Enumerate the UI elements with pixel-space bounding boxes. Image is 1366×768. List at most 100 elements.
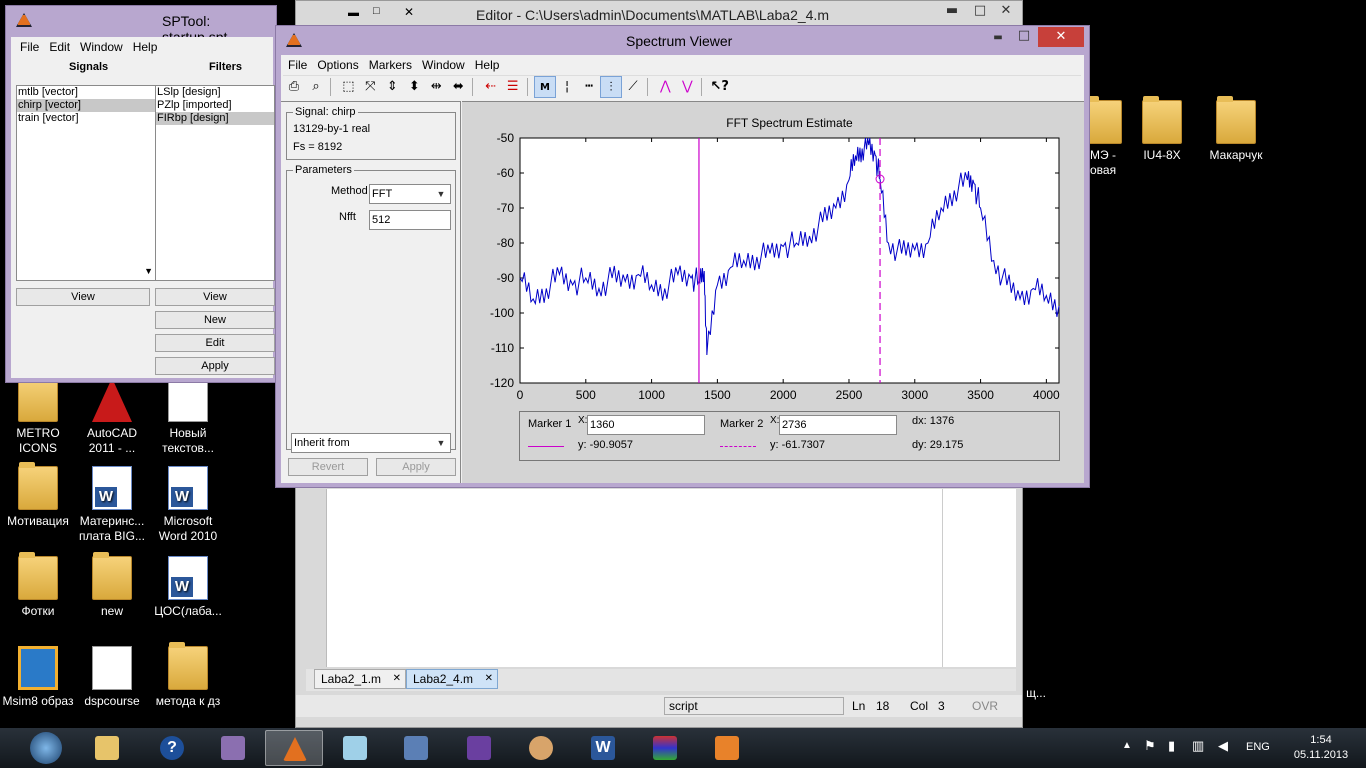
zoom-y-out-icon[interactable]: ⬍ (403, 76, 425, 98)
print-preview-icon[interactable]: ⌕ (305, 76, 327, 98)
menu-window[interactable]: Window (417, 56, 470, 74)
slope-markers-icon[interactable]: ⟋ (622, 76, 644, 98)
menu-edit[interactable]: Edit (44, 38, 75, 56)
taskbar-explorer[interactable] (78, 730, 136, 766)
filters-new-button[interactable]: New (155, 311, 275, 329)
signals-list[interactable]: mtlb [vector] chirp [vector] train [vect… (16, 85, 156, 281)
maximize-button[interactable]: □ (1010, 26, 1038, 46)
desktop-icon-dsp-lab[interactable]: ЦОС(лаба... (148, 556, 228, 619)
list-item[interactable]: FIRbp [design] (156, 112, 274, 125)
tab-laba2-4[interactable]: Laba2_4.m ✕ (406, 669, 498, 689)
desktop-icon-autocad[interactable]: AutoCAD 2011 - ... (72, 378, 152, 456)
list-item[interactable]: mtlb [vector] (17, 86, 155, 99)
maximize-button[interactable]: □ (966, 1, 994, 21)
menu-options[interactable]: Options (312, 56, 363, 74)
taskbar-pdf[interactable] (698, 730, 756, 766)
vertical-markers-icon[interactable]: ¦ (556, 76, 578, 98)
list-item[interactable]: train [vector] (17, 112, 155, 125)
editor-small-min[interactable]: ▬ (348, 7, 359, 19)
desktop-icon-dspcourse[interactable]: dspcourse (72, 646, 152, 709)
minimize-button[interactable]: ▬ (984, 28, 1012, 48)
signals-view-button[interactable]: View (16, 288, 150, 306)
close-button[interactable]: ✕ (991, 1, 1021, 21)
nfft-input[interactable]: 512 (369, 210, 451, 230)
horizontal-markers-icon[interactable]: ┅ (578, 76, 600, 98)
filters-list[interactable]: LSlp [design] PZlp [imported] FIRbp [des… (155, 85, 275, 281)
taskbar-app7[interactable] (450, 730, 508, 766)
marker2-x-input[interactable]: 2736 (779, 415, 897, 435)
filters-apply-button[interactable]: Apply (155, 357, 275, 375)
editor-small-close[interactable]: ✕ (404, 5, 414, 19)
zoom-y-in-icon[interactable]: ⇕ (381, 76, 403, 98)
list-item[interactable]: chirp [vector] (17, 99, 155, 112)
network-icon[interactable]: ▥ (1192, 738, 1204, 754)
menu-help[interactable]: Help (470, 56, 505, 74)
method-select[interactable]: FFT ▼ (369, 184, 451, 204)
taskbar-virtualbox[interactable] (387, 730, 445, 766)
apply-button[interactable]: Apply (376, 458, 456, 476)
language-indicator[interactable]: ENG (1246, 741, 1270, 753)
whats-this-icon[interactable]: ↖? (709, 76, 731, 98)
desktop-icon-makarchuk[interactable]: Макарчук (1196, 96, 1276, 163)
marker1-x-input[interactable]: 1360 (587, 415, 705, 435)
desktop-icon-motivation[interactable]: Мотивация (0, 462, 78, 529)
revert-button[interactable]: Revert (288, 458, 368, 476)
spectrum-chart[interactable]: FFT Spectrum EstimateFrequency0500100015… (462, 102, 1084, 404)
menu-file[interactable]: File (283, 56, 312, 74)
desktop-icon-new[interactable]: new (72, 552, 152, 619)
close-tab-icon[interactable]: ✕ (393, 670, 401, 688)
tab-laba2-1[interactable]: Laba2_1.m ✕ (314, 669, 406, 689)
flag-icon[interactable]: ⚑ (1144, 738, 1156, 754)
taskbar-app3[interactable] (204, 730, 262, 766)
clock[interactable]: 1:54 05.11.2013 (1290, 733, 1352, 763)
legend-icon[interactable]: ☰ (502, 76, 524, 98)
taskbar-matlab[interactable] (265, 730, 323, 766)
close-tab-icon[interactable]: ✕ (485, 670, 493, 688)
desktop-icon-photos[interactable]: Фотки (0, 552, 78, 619)
desktop-icon-metoda[interactable]: метода к дз (148, 642, 228, 709)
track-markers-icon[interactable]: ⫶ (600, 76, 623, 98)
power-icon[interactable]: ▮ (1168, 738, 1175, 754)
full-view-icon[interactable]: ⤧ (359, 76, 381, 98)
desktop-icon-new-text[interactable]: Новый текстов... (148, 378, 228, 456)
chevron-down-icon: ▼ (436, 189, 446, 199)
desktop-icon-metro[interactable]: METRO ICONS (0, 374, 78, 456)
menu-markers[interactable]: Markers (364, 56, 417, 74)
word-icon: W (591, 736, 615, 760)
zoom-box-icon[interactable]: ⬚ (337, 76, 359, 98)
filters-edit-button[interactable]: Edit (155, 334, 275, 352)
taskbar-word[interactable]: W (574, 730, 632, 766)
list-item[interactable]: PZlp [imported] (156, 99, 274, 112)
editor-text-area[interactable] (326, 489, 944, 667)
taskbar-paint[interactable] (512, 730, 570, 766)
desktop-icon-word[interactable]: Microsoft Word 2010 (148, 466, 228, 544)
menu-window[interactable]: Window (75, 38, 128, 56)
list-item[interactable]: LSlp [design] (156, 86, 274, 99)
zoom-x-out-icon[interactable]: ⬌ (447, 76, 469, 98)
spectrum-viewer-window: Spectrum Viewer ▬ □ ✕ File Options Markers… (275, 25, 1090, 488)
markers-toggle-icon[interactable]: M (534, 76, 557, 98)
editor-small-max[interactable]: □ (373, 5, 380, 17)
desktop-icon-motherboard[interactable]: Материнс... плата BIG... (72, 466, 152, 544)
print-icon[interactable]: ⎙ (283, 76, 305, 98)
find-valleys-icon[interactable]: ⋁ (676, 76, 698, 98)
taskbar-winrar[interactable] (636, 730, 694, 766)
y-tick-label: -60 (497, 166, 515, 180)
filters-view-button[interactable]: View (155, 288, 275, 306)
zoom-x-in-icon[interactable]: ⇹ (425, 76, 447, 98)
select-trace-icon[interactable]: ⇠ (480, 76, 502, 98)
taskbar-notepad[interactable] (326, 730, 384, 766)
volume-icon[interactable]: ◀ (1218, 738, 1228, 754)
menu-file[interactable]: File (15, 38, 44, 56)
taskbar-help[interactable]: ? (143, 730, 201, 766)
menu-help[interactable]: Help (128, 38, 163, 56)
start-button[interactable] (30, 732, 62, 764)
inherit-from-select[interactable]: Inherit from ▼ (291, 433, 451, 453)
minimize-button[interactable]: ▬ (938, 1, 966, 21)
find-peaks-icon[interactable]: ⋀ (654, 76, 676, 98)
show-hidden-icons[interactable]: ▲ (1122, 740, 1132, 751)
close-button[interactable]: ✕ (1038, 27, 1084, 47)
scroll-down-icon[interactable]: ▼ (144, 265, 153, 278)
desktop-icon-iu4[interactable]: IU4-8X (1122, 96, 1202, 163)
desktop-icon-msim8[interactable]: Msim8 образ (0, 646, 78, 709)
